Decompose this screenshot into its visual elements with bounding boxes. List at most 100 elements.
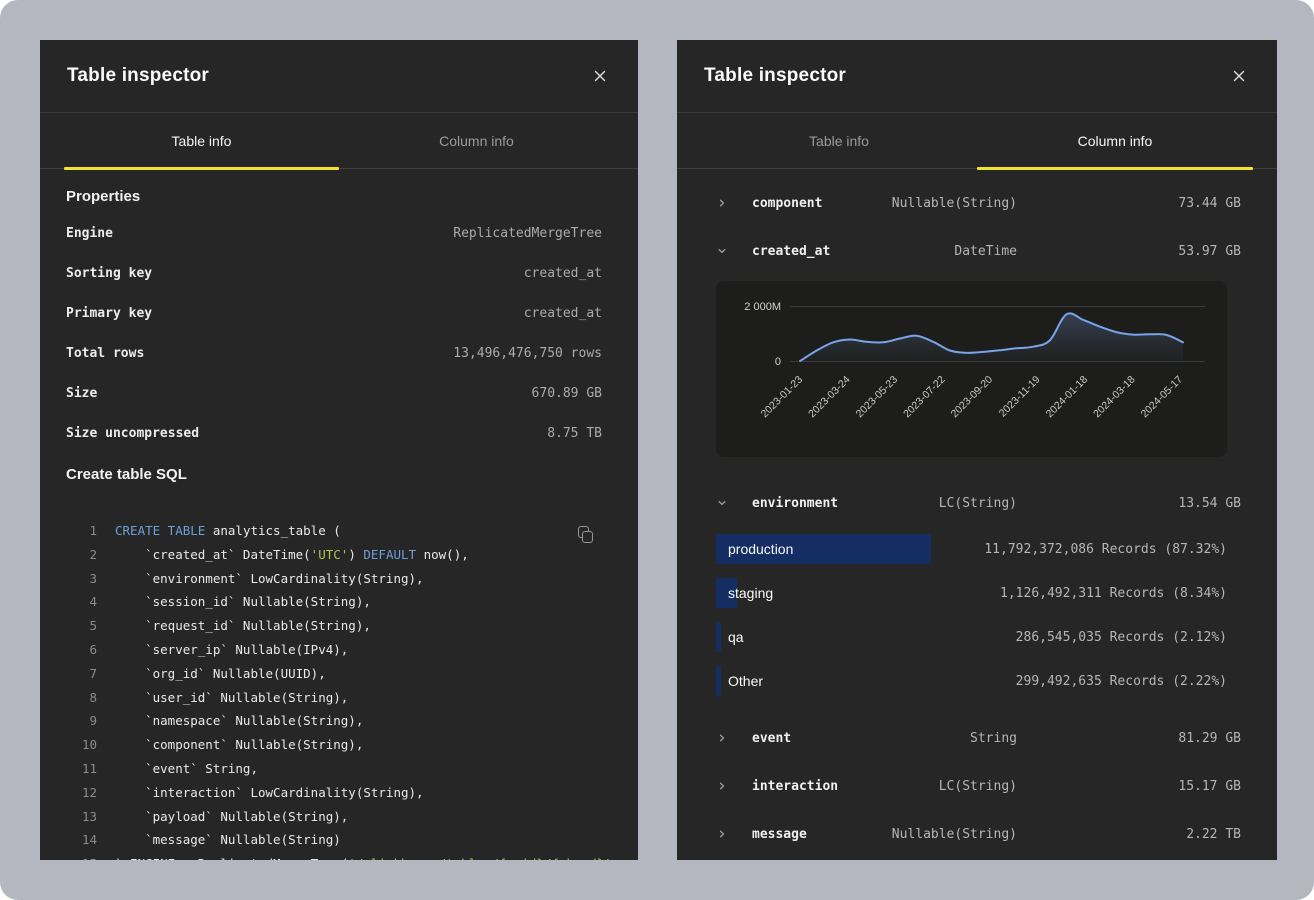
close-icon: [593, 69, 607, 83]
property-label: Size: [66, 386, 97, 401]
created-at-distribution-chart: 2 000M02023-01-232023-03-242023-05-23202…: [716, 281, 1227, 457]
sql-token: `message` Nullable(String): [115, 832, 341, 847]
value-records: 299,492,635 Records (2.22%): [1016, 674, 1227, 689]
sql-token: now(),: [416, 547, 469, 562]
column-row-message[interactable]: messageNullable(String)2.22 TB: [677, 810, 1277, 858]
tab-column-info-left[interactable]: Column info: [339, 113, 614, 168]
property-value: 670.89 GB: [532, 386, 602, 401]
value-label: production: [716, 541, 793, 557]
property-value: created_at: [524, 266, 602, 281]
x-axis-label: 2023-07-22: [901, 374, 948, 421]
chevron-right-icon: [716, 780, 752, 792]
column-row-interaction[interactable]: interactionLC(String)15.17 GB: [677, 762, 1277, 810]
column-size: 53.97 GB: [1017, 244, 1241, 259]
column-name: event: [752, 731, 887, 746]
column-name: component: [752, 196, 887, 211]
sql-token: `environment` LowCardinality(String),: [115, 571, 424, 586]
value-bar-wrap: qa: [716, 622, 966, 652]
sql-token: ) ENGINE = ReplicatedMergeTree(: [115, 856, 348, 860]
value-records: 286,545,035 Records (2.12%): [1016, 630, 1227, 645]
column-row-component[interactable]: componentNullable(String)73.44 GB: [677, 179, 1277, 227]
line-code: `request_id` Nullable(String),: [115, 614, 371, 638]
copy-button[interactable]: [574, 523, 596, 545]
sql-code-line: 10 `component` Nullable(String),: [66, 733, 602, 757]
close-button[interactable]: [1228, 65, 1250, 87]
x-axis-label: 2024-01-18: [1044, 374, 1091, 421]
property-row: Total rows 13,496,476,750 rows: [66, 333, 602, 373]
line-number: 9: [66, 709, 97, 733]
value-row-staging: staging 1,126,492,311 Records (8.34%): [677, 571, 1277, 615]
value-label: staging: [716, 585, 773, 601]
property-row: Primary keycreated_at: [66, 293, 602, 333]
line-code: `session_id` Nullable(String),: [115, 590, 371, 614]
close-button[interactable]: [589, 65, 611, 87]
line-code: `org_id` Nullable(UUID),: [115, 662, 326, 686]
property-row: Size uncompressed8.75 TB: [66, 413, 602, 453]
line-code: `component` Nullable(String),: [115, 733, 363, 757]
sql-token: DEFAULT: [363, 547, 416, 562]
columns-list: componentNullable(String)73.44 GBcreated…: [677, 169, 1277, 858]
chevron-right-icon: [716, 732, 752, 744]
tab-table-info-left[interactable]: Table info: [64, 113, 339, 168]
sql-code-line: 12 `interaction` LowCardinality(String),: [66, 781, 602, 805]
sql-code-line: 7 `org_id` Nullable(UUID),: [66, 662, 602, 686]
line-number: 10: [66, 733, 97, 757]
line-number: 6: [66, 638, 97, 662]
property-label: Engine: [66, 226, 113, 241]
sql-code-line: 4 `session_id` Nullable(String),: [66, 590, 602, 614]
sql-token: ): [348, 547, 363, 562]
line-number: 14: [66, 828, 97, 852]
line-code: `created_at` DateTime('UTC') DEFAULT now…: [115, 543, 469, 567]
property-label: Sorting key: [66, 266, 152, 281]
sql-token: `org_id` Nullable(UUID),: [115, 666, 326, 681]
line-number: 8: [66, 686, 97, 710]
column-type: LC(String): [887, 779, 1017, 794]
value-row-other: Other299,492,635 Records (2.22%): [677, 659, 1277, 703]
column-row-environment[interactable]: environmentLC(String)13.54 GB: [677, 479, 1277, 527]
value-records: 1,126,492,311 Records (8.34%): [1000, 586, 1227, 601]
column-size: 81.29 GB: [1017, 731, 1241, 746]
x-axis-label: 2024-05-17: [1139, 374, 1186, 421]
x-axis-label: 2023-01-23: [759, 374, 806, 421]
tab-table-info-right[interactable]: Table info: [701, 113, 977, 168]
table-inspector-panel-right: Table inspector Table infoColumn info co…: [677, 40, 1277, 860]
sql-token: `user_id` Nullable(String),: [115, 690, 348, 705]
property-row: Sorting key created_at: [66, 253, 602, 293]
sql-token: CREATE TABLE: [115, 523, 205, 538]
column-size: 2.22 TB: [1017, 827, 1241, 842]
sql-code-line: 5 `request_id` Nullable(String),: [66, 614, 602, 638]
sql-token: analytics_table (: [205, 523, 340, 538]
line-number: 2: [66, 543, 97, 567]
value-bar-wrap: production: [716, 534, 966, 564]
property-value: 13,496,476,750 rows: [453, 346, 602, 361]
property-label: Primary key: [66, 306, 152, 321]
column-row-event[interactable]: eventString81.29 GB: [677, 714, 1277, 762]
create-table-sql-heading: Create table SQL: [66, 465, 602, 485]
tab-label: Table info: [172, 133, 232, 149]
left-tab-bar: Table info Column info: [40, 113, 638, 169]
sql-token: 'UTC': [311, 547, 349, 562]
chevron-right-icon: [716, 828, 752, 840]
sql-token: `payload` Nullable(String),: [115, 809, 348, 824]
column-size: 13.54 GB: [1017, 496, 1241, 511]
y-axis-label: 0: [775, 356, 781, 368]
y-axis-label: 2 000M: [744, 301, 781, 313]
copy-icon: [576, 525, 594, 543]
property-label: Total rows: [66, 346, 144, 361]
column-name: interaction: [752, 779, 887, 794]
column-row-created_at[interactable]: created_atDateTime53.97 GB: [677, 227, 1277, 275]
tab-column-info-right[interactable]: Column info: [977, 113, 1253, 168]
x-axis-label: 2023-11-19: [997, 374, 1043, 420]
value-bar-wrap: staging: [716, 578, 966, 608]
line-code: `environment` LowCardinality(String),: [115, 567, 424, 591]
line-code: `user_id` Nullable(String),: [115, 686, 348, 710]
sql-token: `server_ip` Nullable(IPv4),: [115, 642, 348, 657]
line-number: 5: [66, 614, 97, 638]
line-number: 4: [66, 590, 97, 614]
sql-token: `created_at` DateTime(: [115, 547, 311, 562]
sql-code-line: 15) ENGINE = ReplicatedMergeTree('/click…: [66, 852, 602, 860]
x-axis-label: 2024-03-18: [1091, 374, 1138, 421]
x-axis-label: 2023-09-20: [949, 374, 996, 421]
chevron-down-icon: [716, 245, 752, 257]
line-number: 3: [66, 567, 97, 591]
